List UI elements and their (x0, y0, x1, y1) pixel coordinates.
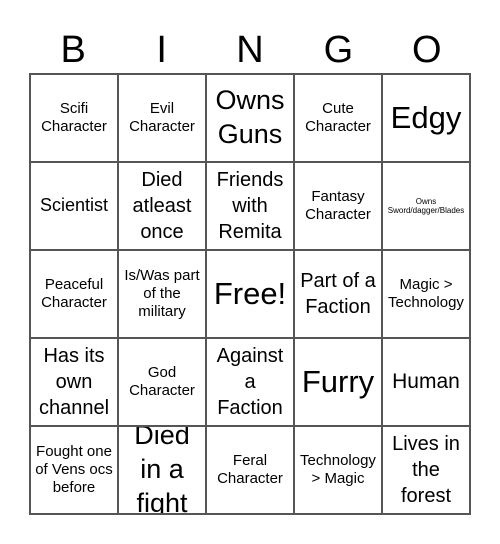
cell-text: Technology > Magic (300, 452, 376, 487)
cell-text: Fought one of Vens ocs before (35, 443, 113, 496)
cell-text: Has its own channel (38, 345, 110, 419)
bingo-cell[interactable]: Magic > Technology (382, 250, 470, 338)
bingo-cell[interactable]: Furry (294, 338, 382, 426)
bingo-cell[interactable]: Evil Character (118, 74, 206, 162)
cell-text: Edgy (390, 99, 462, 135)
cell-text: Evil Character (129, 100, 195, 135)
bingo-cell[interactable]: Cute Character (294, 74, 382, 162)
cell-text: God Character (129, 364, 195, 399)
bingo-cell[interactable]: Died in a fight (118, 426, 206, 514)
bingo-cell[interactable]: Owns Sword/dagger/Blades (382, 162, 470, 250)
bingo-cell[interactable]: Has its own channel (30, 338, 118, 426)
cell-text: Scientist (39, 195, 109, 216)
header-letter-o: O (412, 29, 442, 71)
header-letter-i: I (156, 29, 167, 71)
cell-text: Friends with Remita (216, 169, 284, 243)
cell-text: Scifi Character (41, 100, 107, 135)
cell-text: Free! (213, 275, 287, 311)
cell-text: Peaceful Character (41, 276, 107, 311)
bingo-cell[interactable]: Owns Guns (206, 74, 294, 162)
bingo-cell[interactable]: Human (382, 338, 470, 426)
bingo-cell[interactable]: Friends with Remita (206, 162, 294, 250)
cell-text: Part of a Faction (300, 270, 376, 318)
bingo-cell[interactable]: Scifi Character (30, 74, 118, 162)
cell-text: Lives in the forest (392, 433, 460, 507)
cell-text: Cute Character (305, 100, 371, 135)
header-letter-g: G (323, 29, 354, 71)
bingo-cell[interactable]: Against a Faction (206, 338, 294, 426)
cell-text: Feral Character (217, 452, 283, 487)
bingo-cell[interactable]: Feral Character (206, 426, 294, 514)
cell-text: Magic > Technology (388, 276, 464, 311)
cell-text: Human (392, 369, 460, 393)
cell-text: Owns Sword/dagger/Blades (387, 196, 465, 215)
bingo-cell[interactable]: Edgy (382, 74, 470, 162)
bingo-cell[interactable]: Part of a Faction (294, 250, 382, 338)
bingo-cell[interactable]: Died atleast once (118, 162, 206, 250)
bingo-grid: Scifi Character Evil Character Owns Guns… (29, 73, 471, 515)
free-space-cell[interactable]: Free! (206, 250, 294, 338)
bingo-cell[interactable]: God Character (118, 338, 206, 426)
cell-text: Died atleast once (132, 169, 192, 243)
cell-text: Owns Guns (215, 85, 285, 149)
bingo-cell[interactable]: Lives in the forest (382, 426, 470, 514)
cell-text: Is/Was part of the military (124, 267, 200, 320)
bingo-cell[interactable]: Is/Was part of the military (118, 250, 206, 338)
cell-text: Against a Faction (216, 345, 284, 419)
bingo-cell[interactable]: Fantasy Character (294, 162, 382, 250)
bingo-cell[interactable]: Peaceful Character (30, 250, 118, 338)
cell-text: Furry (301, 363, 375, 399)
cell-text: Fantasy Character (305, 188, 371, 223)
cell-text: Died in a fight (134, 426, 190, 514)
header-letter-b: B (60, 29, 86, 71)
bingo-cell[interactable]: Scientist (30, 162, 118, 250)
bingo-cell[interactable]: Technology > Magic (294, 426, 382, 514)
bingo-cell[interactable]: Fought one of Vens ocs before (30, 426, 118, 514)
bingo-header: B I N G O (29, 28, 471, 72)
header-letter-n: N (236, 29, 264, 71)
